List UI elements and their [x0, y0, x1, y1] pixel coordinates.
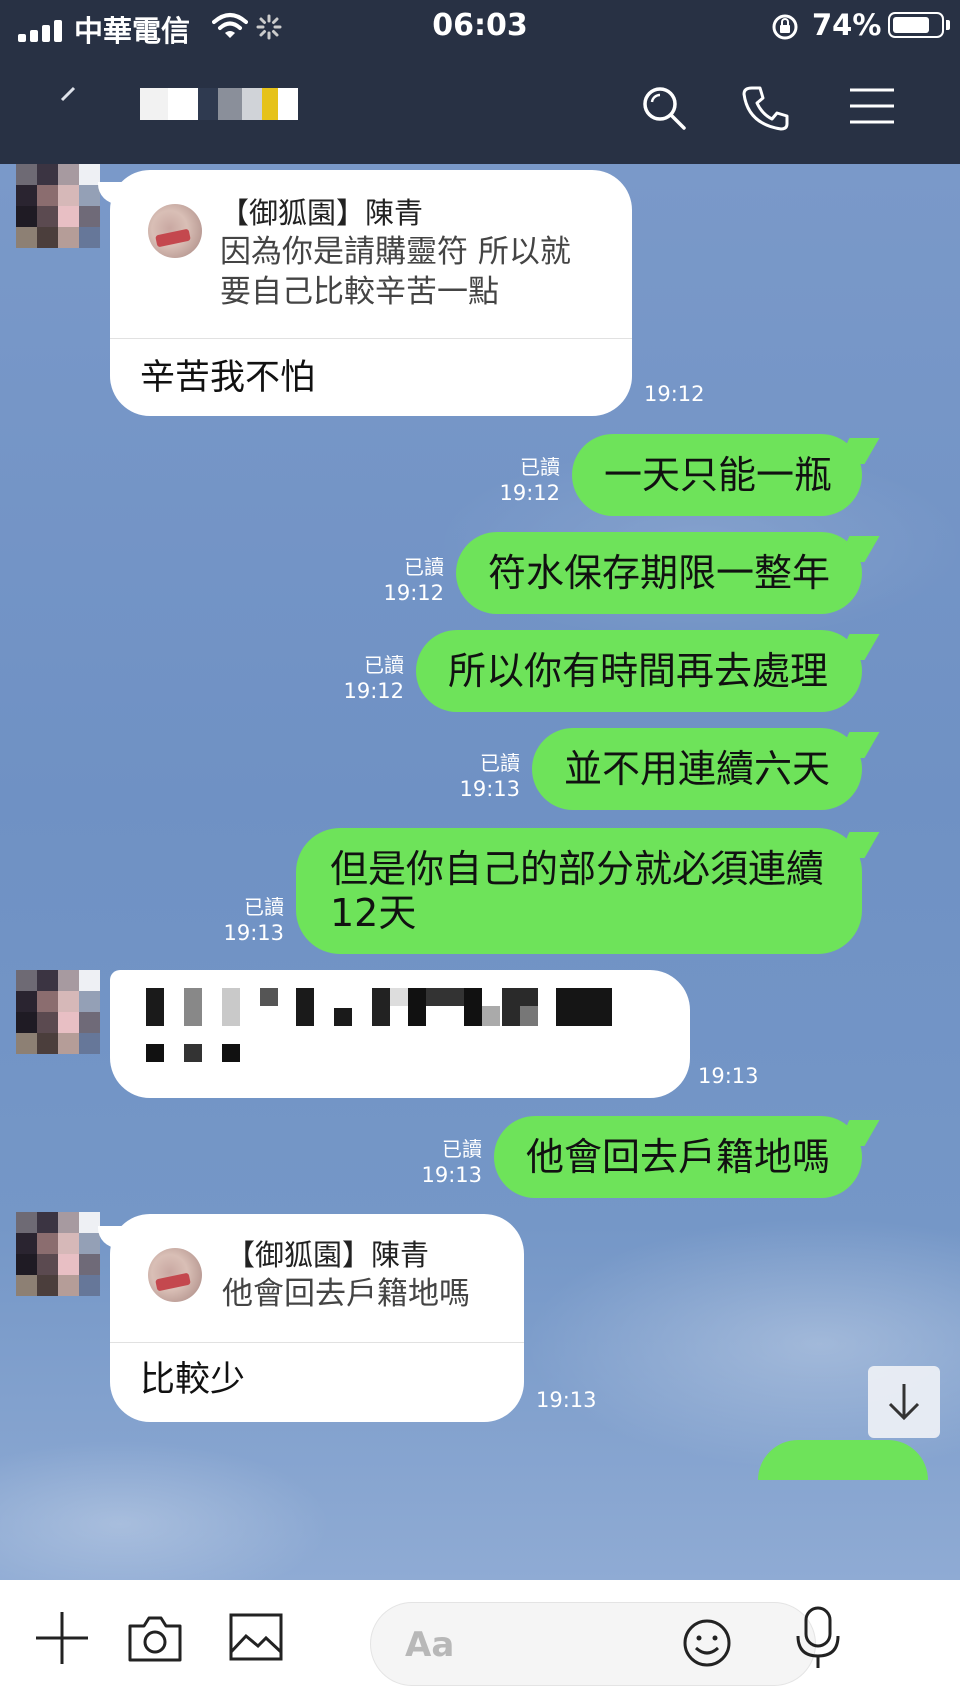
image-icon[interactable]	[228, 1612, 284, 1662]
message-time: 19:13	[536, 1388, 597, 1412]
battery-icon	[888, 12, 944, 38]
battery-percent: 74%	[812, 8, 882, 42]
chat-title-obscured	[140, 88, 310, 120]
incoming-message-obscured[interactable]	[110, 970, 690, 1098]
message-time: 19:13	[698, 1064, 759, 1088]
contact-avatar[interactable]	[16, 164, 100, 248]
message-text-line: 但是你自己的部分就必須連續	[330, 847, 825, 891]
quoted-sender: 【御狐園】陳青	[220, 196, 424, 230]
emoji-icon[interactable]	[681, 1617, 733, 1669]
chat-header	[0, 56, 960, 164]
quoted-avatar	[148, 1248, 202, 1302]
plus-icon[interactable]	[34, 1610, 90, 1666]
outgoing-message[interactable]: 一天只能一瓶	[572, 434, 880, 516]
camera-icon[interactable]	[126, 1612, 184, 1664]
quoted-avatar	[148, 204, 202, 258]
status-bar: 中華電信 06:03 74%	[0, 0, 960, 56]
quoted-text-line: 要自己比較辛苦一點	[220, 274, 499, 310]
back-icon[interactable]	[48, 80, 88, 120]
incoming-message[interactable]: 【御狐園】陳青 因為你是請購靈符 所以就 要自己比較辛苦一點 辛苦我不怕	[98, 170, 632, 416]
scroll-to-bottom-button[interactable]	[868, 1366, 940, 1438]
incoming-message[interactable]: 【御狐園】陳青 他會回去戶籍地嗎 比較少	[98, 1214, 524, 1422]
message-text: 符水保存期限一整年	[488, 551, 831, 595]
outgoing-message-partial[interactable]	[758, 1440, 928, 1480]
outgoing-message[interactable]: 所以你有時間再去處理	[416, 630, 880, 712]
message-text: 一天只能一瓶	[604, 453, 833, 497]
outgoing-message[interactable]: 並不用連續六天	[532, 728, 880, 810]
message-text-line: 12天	[330, 891, 417, 935]
input-placeholder: Aa	[405, 1625, 455, 1665]
quoted-sender: 【御狐園】陳青	[226, 1238, 430, 1272]
read-receipt: 已讀 19:13	[421, 1137, 482, 1187]
read-receipt: 已讀 19:12	[343, 653, 404, 703]
message-text: 並不用連續六天	[564, 747, 831, 791]
message-text: 他會回去戶籍地嗎	[526, 1135, 831, 1179]
read-receipt: 已讀 19:12	[383, 555, 444, 605]
read-receipt: 已讀 19:13	[223, 895, 284, 945]
outgoing-message[interactable]: 符水保存期限一整年	[456, 532, 880, 614]
pixelated-text	[146, 988, 626, 1078]
read-receipt: 已讀 19:12	[499, 455, 560, 505]
contact-avatar[interactable]	[16, 970, 100, 1054]
message-time: 19:12	[644, 382, 705, 406]
microphone-icon[interactable]	[790, 1604, 846, 1674]
message-text: 比較少	[140, 1360, 246, 1400]
outgoing-message[interactable]: 但是你自己的部分就必須連續 12天	[296, 828, 880, 954]
search-icon[interactable]	[640, 84, 688, 132]
menu-icon[interactable]	[848, 84, 896, 128]
message-text: 所以你有時間再去處理	[448, 649, 829, 693]
chat-area[interactable]: 【御狐園】陳青 因為你是請購靈符 所以就 要自己比較辛苦一點 辛苦我不怕 19:…	[0, 164, 960, 1580]
read-receipt: 已讀 19:13	[459, 751, 520, 801]
quoted-text-line: 因為你是請購靈符 所以就	[220, 234, 571, 270]
message-input[interactable]: Aa	[370, 1602, 816, 1686]
rotation-lock-icon	[772, 14, 798, 40]
contact-avatar[interactable]	[16, 1212, 100, 1296]
message-text: 辛苦我不怕	[140, 358, 316, 398]
phone-icon[interactable]	[740, 84, 792, 132]
arrow-down-icon	[888, 1384, 920, 1421]
input-bar: Aa	[0, 1580, 960, 1708]
quoted-text-line: 他會回去戶籍地嗎	[222, 1276, 470, 1312]
outgoing-message[interactable]: 他會回去戶籍地嗎	[494, 1116, 880, 1198]
